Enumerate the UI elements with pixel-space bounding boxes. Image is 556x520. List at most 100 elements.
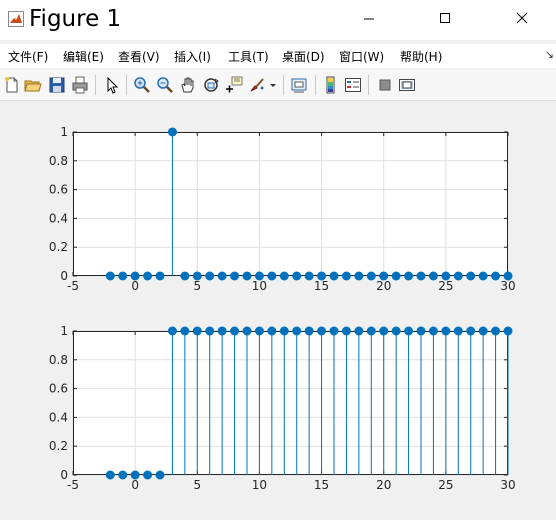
brush-icon[interactable] (247, 75, 267, 95)
stem-marker (354, 326, 364, 336)
stem-marker (341, 271, 351, 281)
menu-file[interactable]: 文件(F) (8, 48, 48, 65)
maximize-button[interactable] (422, 0, 468, 38)
menu-view[interactable]: 查看(V) (118, 48, 160, 65)
stem-marker (304, 271, 314, 281)
stem-marker (317, 326, 327, 336)
stem-marker (267, 271, 277, 281)
stem-marker (341, 326, 351, 336)
y-tick-label: 0 (60, 269, 68, 283)
toolbar-separator (368, 75, 369, 95)
stem-marker (167, 127, 177, 137)
data-cursor-icon[interactable] (224, 75, 244, 95)
figure-plots[interactable]: -5 0 5 10 15 20 25 3000.20.40.60.81-5 0 5 10 15 20 25… (0, 101, 556, 520)
axes-background (73, 132, 508, 276)
stem-marker (130, 271, 140, 281)
stem-marker (143, 470, 153, 480)
x-tick-label: 10 (252, 478, 267, 492)
zoom-in-icon[interactable] (132, 75, 152, 95)
stem-marker (503, 326, 513, 336)
show-plot-tools-icon[interactable] (397, 75, 417, 95)
stem-marker (292, 271, 302, 281)
menu-edit[interactable]: 编辑(E) (63, 48, 104, 65)
colorbar-icon[interactable] (321, 75, 341, 95)
stem-marker (466, 326, 476, 336)
stem-marker (503, 271, 513, 281)
new-figure-icon[interactable] (2, 75, 22, 95)
stem-marker (416, 326, 426, 336)
stem-marker (242, 271, 252, 281)
x-tick-label: 5 (193, 478, 201, 492)
stem-marker (180, 271, 190, 281)
y-tick-label: 0.6 (49, 183, 68, 197)
x-tick-label: 10 (252, 279, 267, 293)
matlab-icon (8, 11, 24, 27)
pointer-icon[interactable] (102, 75, 122, 95)
stem-marker (391, 271, 401, 281)
y-tick-label: 0.6 (49, 382, 68, 396)
stem-marker (217, 271, 227, 281)
x-tick-label: 20 (376, 478, 391, 492)
save-icon[interactable] (47, 75, 67, 95)
x-tick-label: 25 (438, 478, 453, 492)
stem-marker (155, 271, 165, 281)
stem-marker (205, 271, 215, 281)
y-tick-label: 0.4 (49, 211, 68, 225)
x-tick-label: -5 (67, 478, 79, 492)
y-tick-label: 1 (60, 125, 68, 139)
stem-marker (242, 326, 252, 336)
menu-overflow-arrow-icon[interactable]: ↘ (545, 48, 554, 61)
toolbar-separator (95, 75, 96, 95)
menu-desktop[interactable]: 桌面(D) (282, 48, 325, 65)
stem-marker (404, 271, 414, 281)
menu-bar: 文件(F) 编辑(E) 查看(V) 插入(I) 工具(T) 桌面(D) 窗口(W… (0, 44, 556, 68)
minimize-icon (364, 18, 374, 20)
menu-tools[interactable]: 工具(T) (228, 48, 269, 65)
stem-marker (441, 271, 451, 281)
pan-icon[interactable] (178, 75, 198, 95)
stem-marker (192, 326, 202, 336)
x-tick-label: 0 (131, 279, 139, 293)
stem-marker (379, 271, 389, 281)
stem-marker (329, 326, 339, 336)
x-tick-label: 15 (314, 279, 329, 293)
y-tick-label: 0.2 (49, 439, 68, 453)
axes-background (73, 331, 508, 475)
stem-marker (428, 326, 438, 336)
print-icon[interactable] (70, 75, 90, 95)
stem-marker (279, 326, 289, 336)
stem-marker (292, 326, 302, 336)
stem-marker (230, 326, 240, 336)
stem-marker (428, 271, 438, 281)
toolbar-separator (315, 75, 316, 95)
axes-2[interactable]: -5 0 5 10 15 20 25 3000.20.40.60.81 (49, 324, 516, 492)
y-tick-label: 0.4 (49, 410, 68, 424)
link-plot-icon[interactable] (289, 75, 309, 95)
stem-marker (279, 271, 289, 281)
stem-marker (466, 271, 476, 281)
menu-window[interactable]: 窗口(W) (339, 48, 384, 65)
x-tick-label: 30 (500, 478, 515, 492)
y-tick-label: 0.8 (49, 353, 68, 367)
figure-canvas[interactable]: -5 0 5 10 15 20 25 30 0 0.2 0.4 0.6 0.8 1 -5 0 5 10 15 20 25… (0, 101, 556, 520)
stem-marker (267, 326, 277, 336)
window-title: Figure 1 (29, 6, 122, 32)
stem-marker (478, 271, 488, 281)
legend-icon[interactable] (343, 75, 363, 95)
menu-help[interactable]: 帮助(H) (400, 48, 442, 65)
rotate-3d-icon[interactable] (201, 75, 221, 95)
minimize-button[interactable] (346, 0, 392, 38)
hide-plot-tools-icon[interactable] (375, 75, 395, 95)
close-button[interactable] (498, 0, 544, 38)
zoom-out-icon[interactable] (155, 75, 175, 95)
stem-marker (180, 326, 190, 336)
x-tick-label: 20 (376, 279, 391, 293)
maximize-icon (440, 13, 450, 23)
axes-1[interactable]: -5 0 5 10 15 20 25 3000.20.40.60.81 (49, 125, 516, 293)
menu-insert[interactable]: 插入(I) (174, 48, 211, 65)
x-tick-label: -5 (67, 279, 79, 293)
x-tick-label: 0 (131, 478, 139, 492)
brush-dropdown-icon[interactable] (268, 75, 278, 95)
stem-marker (416, 271, 426, 281)
open-file-icon[interactable] (23, 75, 43, 95)
